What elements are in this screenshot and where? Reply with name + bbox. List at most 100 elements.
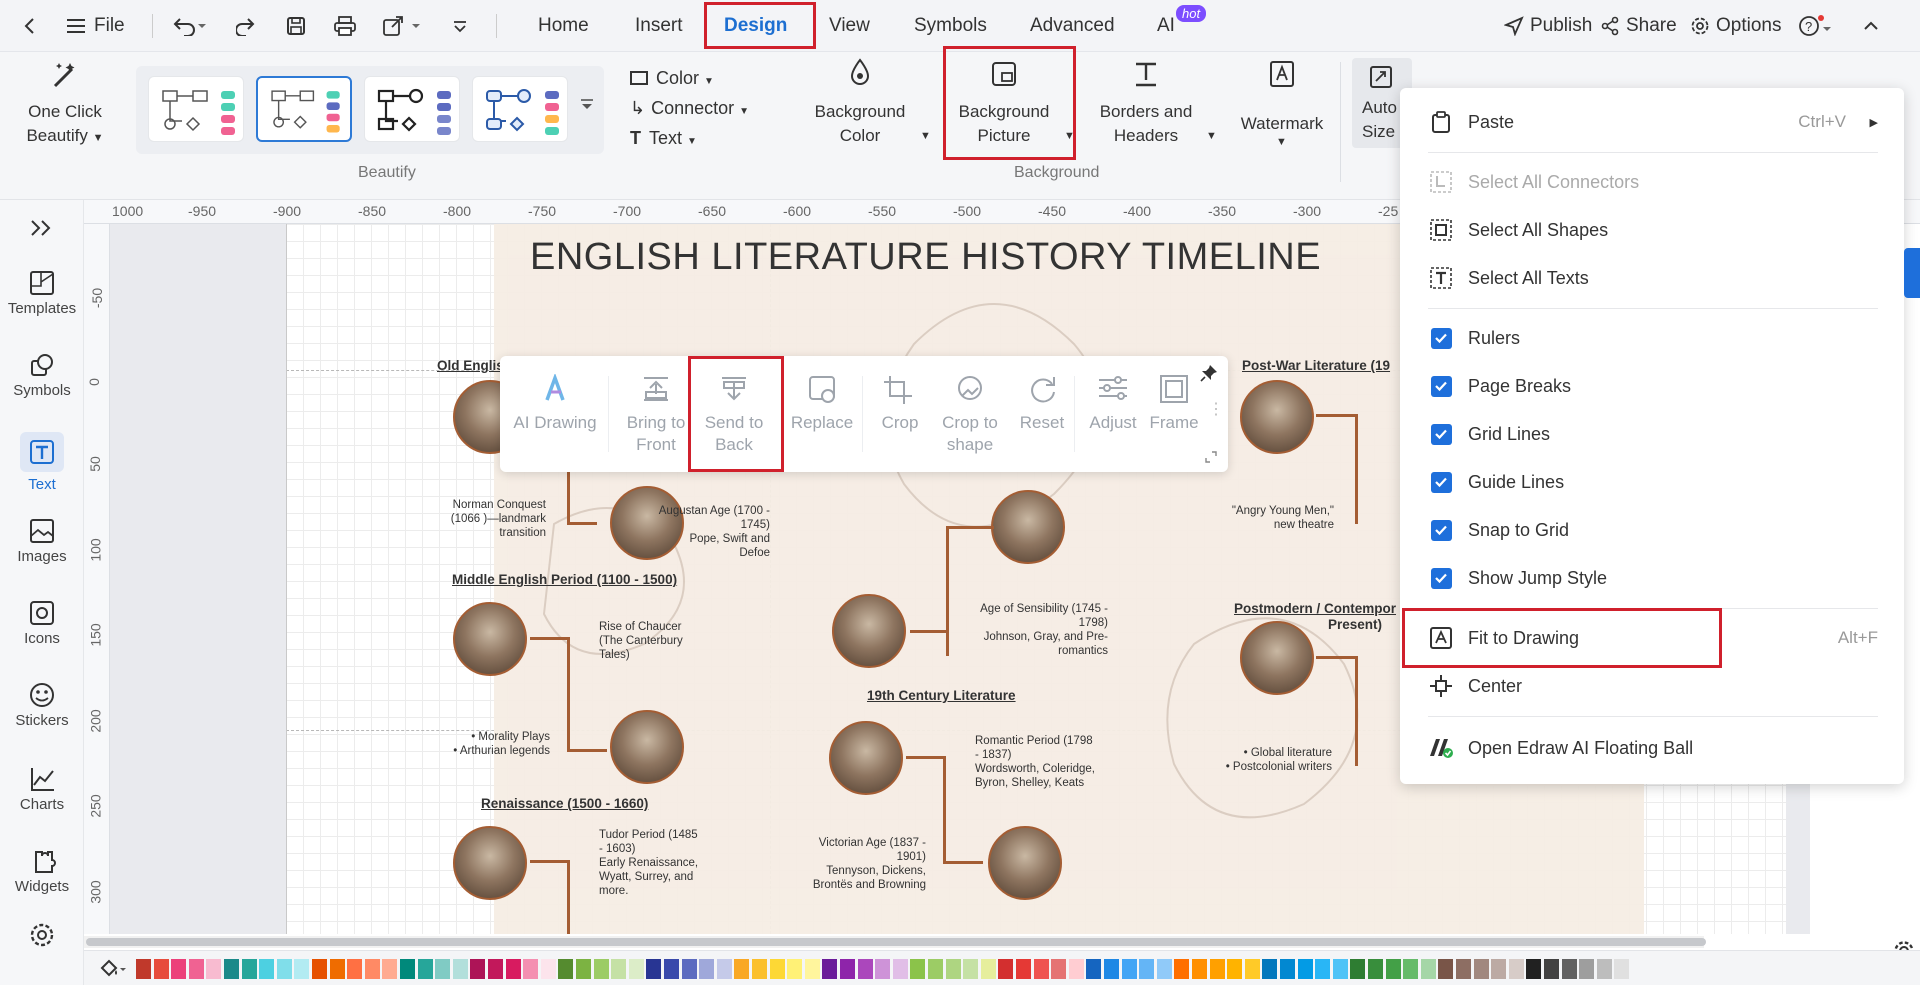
color-swatch[interactable] bbox=[1614, 959, 1630, 979]
color-swatch[interactable] bbox=[1420, 959, 1436, 979]
color-swatch[interactable] bbox=[470, 959, 486, 979]
heading-postmodern[interactable]: Postmodern / Contempor bbox=[1234, 601, 1396, 616]
portrait-romantic[interactable] bbox=[829, 721, 903, 795]
fill-bucket-icon[interactable] bbox=[98, 958, 128, 980]
color-swatch[interactable] bbox=[681, 959, 697, 979]
portrait-sensibility[interactable] bbox=[832, 594, 906, 668]
color-swatch[interactable] bbox=[488, 959, 503, 979]
portrait-elizabeth[interactable] bbox=[453, 826, 527, 900]
sidebar-item-stickers[interactable]: Stickers bbox=[0, 682, 84, 729]
heading-postmodern-present[interactable]: Present) bbox=[1328, 617, 1382, 632]
share-button[interactable]: Share bbox=[1600, 0, 1677, 52]
color-swatch[interactable] bbox=[294, 959, 310, 979]
settings-icon[interactable] bbox=[0, 922, 84, 948]
color-swatch[interactable] bbox=[699, 959, 715, 979]
beautify-style-4[interactable] bbox=[472, 76, 568, 142]
sidebar-item-templates[interactable]: Templates bbox=[0, 270, 84, 317]
color-swatch[interactable] bbox=[241, 959, 257, 979]
color-swatch[interactable] bbox=[1280, 959, 1295, 979]
options-button[interactable]: Options bbox=[1690, 0, 1781, 52]
borders-and-headers-button[interactable]: Borders and Headers bbox=[1086, 58, 1206, 158]
back-icon[interactable] bbox=[20, 0, 40, 52]
checkbox-checked-icon[interactable] bbox=[1428, 325, 1454, 351]
color-swatch[interactable] bbox=[822, 959, 838, 979]
color-swatch[interactable] bbox=[1051, 959, 1067, 979]
color-dropdown[interactable]: Color ▼ bbox=[630, 68, 714, 89]
color-swatch[interactable] bbox=[224, 959, 239, 979]
color-swatch[interactable] bbox=[963, 959, 979, 979]
sidebar-item-symbols[interactable]: Symbols bbox=[0, 352, 84, 399]
color-swatch[interactable] bbox=[1315, 959, 1331, 979]
color-swatch[interactable] bbox=[716, 959, 732, 979]
menu-item-show-jump-style[interactable]: Show Jump Style bbox=[1400, 558, 1904, 598]
portrait-postmodern[interactable] bbox=[1240, 621, 1314, 695]
menu-item-snap-to-grid[interactable]: Snap to Grid bbox=[1400, 510, 1904, 550]
more-vertical-icon[interactable]: ⋮ bbox=[1208, 402, 1224, 418]
text-dropdown[interactable]: T Text ▼ bbox=[630, 128, 697, 149]
menu-item-open-edraw-ai-floating-ball[interactable]: Open Edraw AI Floating Ball bbox=[1400, 728, 1904, 768]
color-swatch[interactable] bbox=[1016, 959, 1031, 979]
crop-button[interactable]: Crop bbox=[868, 374, 932, 434]
menu-item-select-all-shapes[interactable]: Select All Shapes bbox=[1400, 210, 1904, 250]
color-swatch[interactable] bbox=[1544, 959, 1559, 979]
checkbox-checked-icon[interactable] bbox=[1428, 469, 1454, 495]
color-swatch[interactable] bbox=[1086, 959, 1102, 979]
color-swatch[interactable] bbox=[1526, 959, 1542, 979]
color-swatch[interactable] bbox=[347, 959, 363, 979]
menu-item-grid-lines[interactable]: Grid Lines bbox=[1400, 414, 1904, 454]
reset-button[interactable]: Reset bbox=[1010, 374, 1074, 434]
text-victorian-age[interactable]: Victorian Age (1837 - 1901) Tennyson, Di… bbox=[810, 836, 926, 892]
color-swatch[interactable] bbox=[1033, 959, 1049, 979]
checkbox-checked-icon[interactable] bbox=[1428, 421, 1454, 447]
heading-19th-century[interactable]: 19th Century Literature bbox=[867, 688, 1016, 703]
menu-item-center[interactable]: Center bbox=[1400, 666, 1904, 706]
color-swatch[interactable] bbox=[1262, 959, 1278, 979]
color-swatch[interactable] bbox=[593, 959, 609, 979]
color-swatch[interactable] bbox=[1596, 959, 1612, 979]
color-swatch[interactable] bbox=[188, 959, 204, 979]
color-swatch[interactable] bbox=[1579, 959, 1595, 979]
color-swatch[interactable] bbox=[1491, 959, 1507, 979]
horizontal-scrollbar[interactable] bbox=[84, 936, 1706, 948]
sidebar-item-text[interactable]: Text bbox=[0, 432, 84, 493]
color-swatch[interactable] bbox=[558, 959, 574, 979]
checkbox-checked-icon[interactable] bbox=[1428, 517, 1454, 543]
one-click-beautify-button[interactable]: One Click Beautify ▼ bbox=[20, 60, 110, 160]
color-swatch[interactable] bbox=[945, 959, 961, 979]
color-swatch[interactable] bbox=[1227, 959, 1243, 979]
color-swatch[interactable] bbox=[1156, 959, 1172, 979]
portrait-augustan[interactable] bbox=[991, 490, 1065, 564]
color-swatch[interactable] bbox=[1104, 959, 1119, 979]
vertical-ruler[interactable]: -50 0 50 100 150 200 250 300 bbox=[84, 224, 110, 934]
color-swatch[interactable] bbox=[400, 959, 415, 979]
text-romantic-period[interactable]: Romantic Period (1798 - 1837) Wordsworth… bbox=[975, 734, 1095, 790]
help-icon[interactable]: ? bbox=[1798, 0, 1832, 52]
watermark-button[interactable]: Watermark ▼ bbox=[1222, 58, 1342, 158]
sidebar-item-icons[interactable]: Icons bbox=[0, 600, 84, 647]
portrait-victorian[interactable] bbox=[988, 826, 1062, 900]
color-swatch[interactable] bbox=[892, 959, 908, 979]
more-chevron-icon[interactable] bbox=[452, 0, 468, 52]
gallery-more-icon[interactable] bbox=[580, 98, 594, 112]
color-swatch[interactable] bbox=[276, 959, 292, 979]
tab-advanced[interactable]: Advanced bbox=[1030, 0, 1115, 52]
sidebar-item-charts[interactable]: Charts bbox=[0, 766, 84, 813]
color-swatch[interactable] bbox=[153, 959, 169, 979]
color-swatch[interactable] bbox=[1561, 959, 1577, 979]
beautify-style-3[interactable] bbox=[364, 76, 460, 142]
text-norman-conquest[interactable]: Norman Conquest (1066 )—landmark transit… bbox=[446, 498, 546, 540]
color-swatch[interactable] bbox=[752, 959, 767, 979]
tab-home[interactable]: Home bbox=[538, 0, 589, 52]
color-swatch[interactable] bbox=[1438, 959, 1454, 979]
color-swatch[interactable] bbox=[435, 959, 451, 979]
menu-item-guide-lines[interactable]: Guide Lines bbox=[1400, 462, 1904, 502]
diagram-title[interactable]: ENGLISH LITERATURE HISTORY TIMELINE bbox=[530, 236, 1520, 279]
color-swatch[interactable] bbox=[171, 959, 187, 979]
sidebar-item-widgets[interactable]: Widgets bbox=[0, 848, 84, 895]
tab-symbols[interactable]: Symbols bbox=[914, 0, 987, 52]
file-menu-button[interactable]: File bbox=[66, 0, 125, 52]
connector-dropdown[interactable]: ↳ Connector ▼ bbox=[630, 98, 749, 119]
color-swatch[interactable] bbox=[1244, 959, 1260, 979]
text-angry-young-men[interactable]: "Angry Young Men," new theatre bbox=[1222, 504, 1334, 532]
color-swatch[interactable] bbox=[1139, 959, 1155, 979]
